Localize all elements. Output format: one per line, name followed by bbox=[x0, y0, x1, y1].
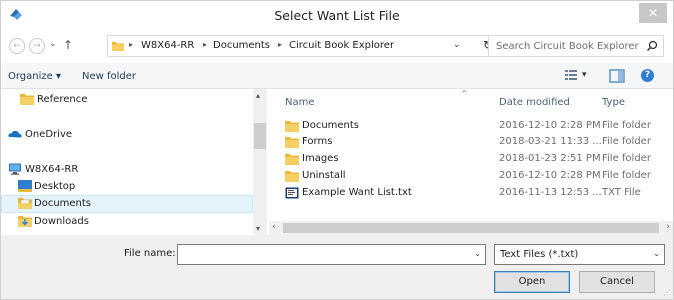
bottom-panel: File name: ⌄ Text Files (*.txt) ⌄ Open C… bbox=[1, 235, 673, 299]
cancel-button[interactable]: Cancel bbox=[579, 271, 655, 293]
file-row-uninstall[interactable]: Uninstall 2016-12-10 2:28 PM File folder bbox=[269, 169, 673, 183]
organize-menu[interactable]: Organize ▾ bbox=[8, 71, 61, 82]
breadcrumb-separator: ▸ bbox=[203, 40, 208, 49]
file-type-filter-value: Text Files (*.txt) bbox=[500, 249, 579, 260]
downloads-icon bbox=[18, 216, 32, 227]
nav-item-reference[interactable]: Reference bbox=[1, 91, 253, 109]
command-toolbar: Organize ▾ New folder ▾ ? bbox=[1, 63, 673, 89]
onedrive-icon bbox=[8, 130, 22, 138]
column-header-name[interactable]: Name bbox=[285, 97, 315, 108]
back-button[interactable]: ← bbox=[9, 38, 25, 54]
search-box[interactable]: Search Circuit Book Explorer bbox=[488, 35, 664, 57]
view-options-icon[interactable] bbox=[564, 69, 578, 81]
chevron-down-icon[interactable]: ⌄ bbox=[474, 249, 481, 258]
folder-icon bbox=[285, 154, 299, 165]
file-type: File folder bbox=[602, 120, 651, 131]
column-header-type[interactable]: Type bbox=[602, 97, 625, 108]
nav-item-label: Downloads bbox=[34, 216, 89, 227]
file-row-example-want-list[interactable]: Example Want List.txt 2016-11-13 12:53 .… bbox=[269, 186, 673, 200]
computer-icon bbox=[9, 163, 21, 175]
search-icon[interactable] bbox=[646, 40, 658, 52]
forward-button[interactable]: → bbox=[29, 38, 45, 54]
file-name: Documents bbox=[302, 120, 360, 131]
folder-icon bbox=[285, 121, 299, 132]
organize-label: Organize bbox=[8, 71, 53, 82]
new-folder-button[interactable]: New folder bbox=[82, 71, 136, 82]
folder-icon bbox=[20, 94, 34, 105]
file-name-combobox[interactable]: ⌄ bbox=[177, 244, 486, 265]
sort-ascending-icon: ^ bbox=[461, 89, 468, 98]
file-date: 2018-01-23 2:51 PM bbox=[499, 153, 601, 164]
file-type: TXT File bbox=[602, 187, 641, 198]
scroll-down-icon[interactable]: ▾ bbox=[256, 224, 260, 233]
up-button[interactable]: ↑ bbox=[63, 38, 73, 52]
recent-locations-dropdown[interactable]: ⌄ bbox=[49, 39, 57, 49]
column-header-date-modified[interactable]: Date modified bbox=[499, 97, 570, 108]
scrollbar-thumb[interactable] bbox=[254, 123, 266, 149]
file-name: Images bbox=[302, 153, 339, 164]
address-bar[interactable]: ▸ W8X64-RR ▸ Documents ▸ Circuit Book Ex… bbox=[107, 35, 506, 57]
nav-item-documents[interactable]: Documents bbox=[1, 195, 253, 213]
file-date: 2018-03-21 11:33 ... bbox=[499, 136, 602, 147]
help-icon[interactable]: ? bbox=[641, 69, 654, 82]
scroll-left-icon[interactable]: ‹ bbox=[272, 222, 276, 232]
nav-item-onedrive[interactable]: OneDrive bbox=[1, 126, 253, 144]
file-name-label: File name: bbox=[124, 248, 176, 259]
search-input-placeholder[interactable]: Search Circuit Book Explorer bbox=[496, 41, 639, 52]
file-date: 2016-11-13 12:53 ... bbox=[499, 187, 602, 198]
breadcrumb-computer[interactable]: W8X64-RR bbox=[141, 40, 194, 51]
documents-icon bbox=[18, 198, 32, 209]
file-dialog-window: Select Want List File ✕ ← → ⌄ ↑ ▸ W8X64-… bbox=[0, 0, 674, 300]
folder-icon bbox=[112, 42, 124, 51]
breadcrumb-documents[interactable]: Documents bbox=[213, 40, 270, 51]
scrollbar-thumb[interactable] bbox=[283, 223, 659, 233]
view-dropdown-arrow[interactable]: ▾ bbox=[582, 70, 587, 80]
folder-icon bbox=[285, 171, 299, 182]
breadcrumb-separator: ▸ bbox=[129, 40, 134, 49]
file-date: 2016-12-10 2:28 PM bbox=[499, 120, 601, 131]
scroll-up-icon[interactable]: ▴ bbox=[256, 91, 260, 100]
file-list-horizontal-scrollbar[interactable]: ‹ › bbox=[269, 221, 673, 235]
title-bar: Select Want List File ✕ bbox=[1, 1, 673, 31]
navigation-pane: Reference OneDrive W8X64-RR Desktop Docu… bbox=[1, 89, 253, 235]
file-name: Uninstall bbox=[302, 170, 346, 181]
nav-item-label: Documents bbox=[34, 198, 92, 209]
text-file-icon bbox=[285, 187, 299, 199]
file-row-documents[interactable]: Documents 2016-12-10 2:28 PM File folder bbox=[269, 119, 673, 133]
file-list: ^ Name Date modified Type Documents 2016… bbox=[269, 89, 673, 221]
preview-pane-icon[interactable] bbox=[609, 69, 625, 83]
nav-item-label: OneDrive bbox=[25, 129, 73, 140]
chevron-down-icon: ▾ bbox=[56, 71, 62, 82]
file-type: File folder bbox=[602, 170, 651, 181]
nav-item-label: Reference bbox=[37, 94, 88, 105]
navigation-pane-scrollbar[interactable]: ▴ ▾ bbox=[253, 89, 267, 235]
nav-item-this-pc[interactable]: W8X64-RR bbox=[1, 161, 253, 179]
file-name: Forms bbox=[302, 136, 333, 147]
breadcrumb-current-folder[interactable]: Circuit Book Explorer bbox=[289, 40, 394, 51]
file-type: File folder bbox=[602, 153, 651, 164]
chevron-down-icon[interactable]: ⌄ bbox=[653, 249, 660, 258]
chevron-down-icon[interactable]: ⌄ bbox=[453, 40, 461, 50]
nav-item-label: W8X64-RR bbox=[25, 164, 79, 175]
open-button[interactable]: Open bbox=[494, 271, 570, 293]
nav-item-label: Desktop bbox=[34, 181, 76, 192]
folder-icon bbox=[285, 137, 299, 148]
nav-item-downloads[interactable]: Downloads bbox=[1, 213, 253, 231]
desktop-icon bbox=[18, 180, 32, 192]
nav-item-desktop[interactable]: Desktop bbox=[1, 178, 253, 196]
file-row-forms[interactable]: Forms 2018-03-21 11:33 ... File folder bbox=[269, 135, 673, 149]
file-type-filter-select[interactable]: Text Files (*.txt) ⌄ bbox=[494, 244, 665, 265]
close-button[interactable]: ✕ bbox=[639, 3, 667, 23]
file-row-images[interactable]: Images 2018-01-23 2:51 PM File folder bbox=[269, 152, 673, 166]
resize-grip-icon[interactable]: ⋰ bbox=[663, 288, 671, 297]
breadcrumb-separator: ▸ bbox=[278, 40, 283, 49]
file-name-input[interactable] bbox=[178, 245, 468, 264]
scroll-right-icon[interactable]: › bbox=[666, 222, 670, 232]
file-date: 2016-12-10 2:28 PM bbox=[499, 170, 601, 181]
file-type: File folder bbox=[602, 136, 651, 147]
window-title: Select Want List File bbox=[274, 8, 400, 23]
file-name: Example Want List.txt bbox=[302, 187, 412, 198]
